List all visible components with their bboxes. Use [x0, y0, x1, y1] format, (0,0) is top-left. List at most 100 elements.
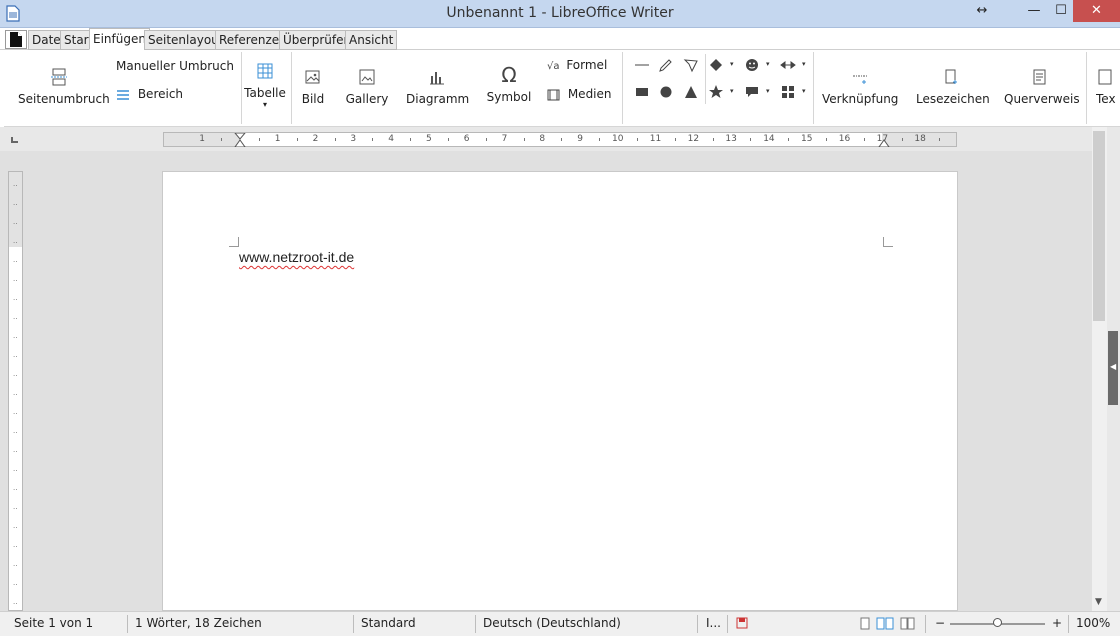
freeform-pen-icon[interactable] — [658, 57, 674, 73]
rectangle-shape-icon[interactable] — [634, 84, 650, 100]
ruler-tick: ·· — [13, 448, 18, 456]
word-count-status[interactable]: 1 Wörter, 18 Zeichen — [135, 616, 262, 630]
formula-button[interactable]: √a Formel — [547, 58, 607, 72]
ruler-number: 4 — [388, 134, 394, 144]
page-break-icon — [51, 68, 67, 86]
single-page-view-icon[interactable] — [860, 617, 870, 630]
ruler-bar: 1 1 2 3 4 5 6 7 8 9 10 11 12 13 14 15 16 17 18 — [0, 127, 1092, 151]
document-modified-icon[interactable] — [736, 617, 748, 629]
gallery-button[interactable]: Gallery — [344, 68, 390, 106]
ruler-tick: ·· — [13, 467, 18, 475]
basic-shapes-dropdown-icon[interactable]: ▾ — [730, 60, 734, 68]
language-status[interactable]: Deutsch (Deutschland) — [483, 616, 621, 630]
ruler-tick — [523, 138, 525, 141]
film-icon — [547, 89, 560, 100]
close-button[interactable]: ✕ — [1073, 0, 1120, 22]
media-button[interactable]: Medien — [547, 87, 612, 101]
zoom-out-button[interactable]: − — [935, 616, 945, 630]
curve-shape-icon[interactable] — [683, 57, 699, 73]
tab-einfuegen[interactable]: Einfügen — [89, 28, 150, 50]
image-button[interactable]: Bild — [298, 68, 328, 106]
ellipse-shape-icon[interactable] — [658, 84, 674, 100]
manual-break-button[interactable]: Manueller Umbruch — [116, 59, 234, 73]
status-divider — [127, 615, 128, 633]
symbol-button[interactable]: Ω Symbol — [486, 64, 532, 104]
manual-break-label: Manueller Umbruch — [116, 59, 234, 73]
ruler-tick: ·· — [13, 220, 18, 228]
flowchart-dropdown-icon[interactable]: ▾ — [802, 87, 806, 95]
tab-ansicht[interactable]: Ansicht — [345, 30, 398, 50]
insert-mode-status[interactable]: I... — [706, 616, 721, 630]
smiley-shape-icon[interactable] — [744, 57, 760, 73]
callout-shape-icon[interactable] — [744, 84, 760, 100]
ribbon-einfuegen: Seitenumbruch Manueller Umbruch Bereich … — [4, 50, 1120, 127]
book-view-icon[interactable] — [900, 617, 916, 630]
star-shapes-dropdown-icon[interactable]: ▾ — [730, 87, 734, 95]
table-button[interactable]: Tabelle ▾ — [244, 62, 286, 109]
ruler-tick: ·· — [13, 600, 18, 608]
section-button[interactable]: Bereich — [116, 87, 183, 101]
zoom-slider-handle[interactable] — [993, 618, 1002, 627]
ruler-tick: ·· — [13, 277, 18, 285]
text-box-icon — [1098, 69, 1112, 85]
ruler-number: 3 — [350, 134, 357, 144]
ruler-tick: ·· — [13, 391, 18, 399]
ribbon-separator — [622, 52, 623, 124]
ribbon-separator — [1086, 52, 1087, 124]
horizontal-ruler[interactable]: 1 1 2 3 4 5 6 7 8 9 10 11 12 13 14 15 16 17 18 — [163, 132, 957, 147]
line-shape-icon[interactable] — [634, 57, 650, 73]
left-indent-marker[interactable] — [234, 133, 246, 147]
tab-stop-selector[interactable] — [11, 137, 18, 143]
media-label: Medien — [567, 87, 612, 101]
ruler-tick: ·· — [13, 201, 18, 209]
ruler-tick — [485, 138, 487, 141]
ruler-tick: ·· — [13, 524, 18, 532]
document-text[interactable]: www.netzroot-it.de — [239, 249, 354, 265]
ruler-number: 1 — [199, 134, 205, 144]
vertical-ruler[interactable]: ·· ·· ·· ·· ·· ·· ·· ·· ·· ·· ·· ·· ·· ·· ·· ·· ·· ·· ·· ··… — [8, 171, 23, 611]
scroll-down-icon[interactable]: ▼ — [1095, 597, 1102, 607]
sidebar-toggle-handle[interactable]: ◀ — [1108, 331, 1118, 405]
document-page[interactable]: www.netzroot-it.de — [162, 171, 958, 611]
section-icon — [117, 89, 129, 100]
star-shape-icon[interactable] — [708, 84, 724, 100]
table-dropdown-icon[interactable]: ▾ — [244, 100, 286, 109]
ruler-tick: ·· — [13, 258, 18, 266]
ruler-tick: ·· — [13, 543, 18, 551]
hyperlink-button[interactable]: Verknüpfung — [822, 68, 898, 106]
chart-button[interactable]: Diagramm — [406, 68, 470, 106]
zoom-in-button[interactable]: + — [1052, 616, 1062, 630]
double-arrow-shape-icon[interactable] — [780, 57, 796, 73]
multi-page-view-icon[interactable] — [876, 617, 894, 630]
ruler-number: 9 — [577, 134, 583, 144]
triangle-shape-icon[interactable] — [683, 84, 699, 100]
image-icon — [305, 70, 320, 84]
diamond-shape-icon[interactable] — [708, 57, 724, 73]
arrow-shapes-dropdown-icon[interactable]: ▾ — [802, 60, 806, 68]
page-count-status[interactable]: Seite 1 von 1 — [14, 616, 93, 630]
resize-icon[interactable]: ↔ — [965, 0, 999, 22]
status-divider — [925, 615, 926, 633]
page-style-status[interactable]: Standard — [361, 616, 416, 630]
tab-ueberpruefen[interactable]: Überprüfen — [279, 30, 356, 50]
ruler-tick: ·· — [13, 429, 18, 437]
ruler-tick — [674, 138, 676, 141]
callout-shapes-dropdown-icon[interactable]: ▾ — [766, 87, 770, 95]
status-bar: Seite 1 von 1 1 Wörter, 18 Zeichen Stand… — [0, 611, 1120, 636]
ruler-tick: ·· — [13, 239, 18, 247]
chart-label: Diagramm — [406, 92, 470, 106]
page-break-button[interactable]: Seitenumbruch — [18, 68, 110, 106]
flowchart-shape-icon[interactable] — [780, 84, 796, 100]
formula-icon: √a — [547, 61, 560, 72]
scrollbar-track[interactable]: ▼ — [1092, 127, 1107, 611]
zoom-level[interactable]: 100% — [1076, 616, 1110, 630]
scrollbar-thumb[interactable] — [1093, 131, 1105, 321]
document-menu-icon[interactable] — [5, 30, 27, 49]
link-icon — [853, 75, 867, 84]
bookmark-button[interactable]: Lesezeichen — [916, 68, 990, 106]
cross-reference-button[interactable]: Querverweis — [1004, 68, 1080, 106]
gallery-label: Gallery — [345, 92, 389, 106]
symbol-shapes-dropdown-icon[interactable]: ▾ — [766, 60, 770, 68]
text-box-button[interactable]: Tex — [1096, 68, 1120, 106]
formula-label: Formel — [566, 58, 608, 72]
